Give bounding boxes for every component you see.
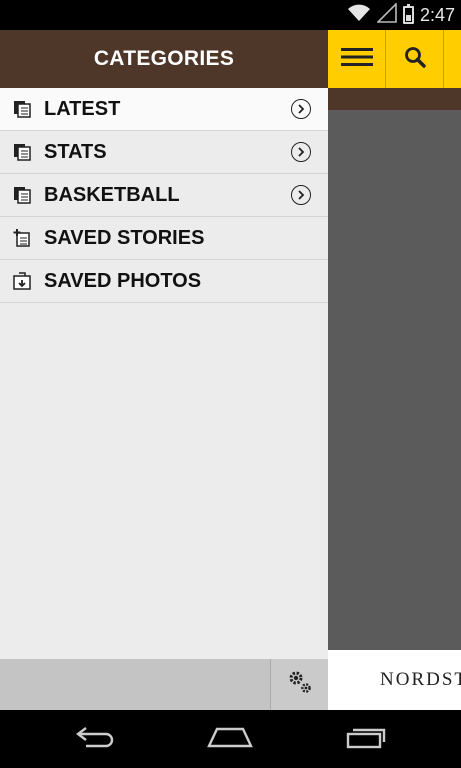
drawer-item-latest[interactable]: LATEST <box>0 88 328 131</box>
saved-photo-icon <box>12 271 32 291</box>
nav-bar <box>0 710 461 768</box>
settings-button[interactable] <box>270 659 328 710</box>
drawer-header: CATEGORIES <box>0 30 328 88</box>
drawer-list: LATEST STATS BASKETBALL SAVED STORIES SA… <box>0 88 328 303</box>
back-icon <box>74 725 118 754</box>
home-icon <box>207 726 253 753</box>
status-icons: 2:47 <box>347 1 455 28</box>
home-button[interactable] <box>204 724 256 754</box>
status-bar: 2:47 <box>0 0 461 30</box>
ad-text: NORDSTROM <box>380 669 461 690</box>
news-icon <box>12 99 32 119</box>
drawer-footer <box>0 659 328 710</box>
drawer-item-label: STATS <box>44 140 107 163</box>
search-icon <box>404 46 426 73</box>
drawer-item-label: SAVED STORIES <box>44 226 205 249</box>
hamburger-menu-icon <box>340 47 374 72</box>
chevron-right-icon[interactable] <box>291 99 311 119</box>
drawer-item-basketball[interactable]: BASKETBALL <box>0 174 328 217</box>
menu-button[interactable] <box>328 30 386 88</box>
drawer-item-saved-photos[interactable]: SAVED PHOTOS <box>0 260 328 303</box>
status-time: 2:47 <box>419 4 455 25</box>
main-content: NORDSTROM <box>328 30 461 710</box>
signal-icon <box>376 1 397 28</box>
navigation-drawer: CATEGORIES LATEST STATS BASKETBALL SAVED… <box>0 30 328 710</box>
settings-gears-icon <box>287 669 313 700</box>
drawer-item-saved-stories[interactable]: SAVED STORIES <box>0 217 328 260</box>
saved-story-icon <box>12 228 32 248</box>
ad-banner[interactable]: NORDSTROM <box>328 650 461 710</box>
drawer-item-label: SAVED PHOTOS <box>44 269 202 292</box>
chevron-right-icon[interactable] <box>291 142 311 162</box>
section-strip <box>328 88 461 110</box>
wifi-icon <box>347 3 371 28</box>
battery-charging-icon <box>402 4 414 24</box>
recents-icon <box>344 725 388 754</box>
news-icon <box>12 142 32 162</box>
recents-button[interactable] <box>340 724 392 754</box>
news-icon <box>12 185 32 205</box>
chevron-right-icon[interactable] <box>291 185 311 205</box>
back-button[interactable] <box>70 724 122 754</box>
drawer-item-label: LATEST <box>44 97 121 120</box>
drawer-title: CATEGORIES <box>93 47 235 70</box>
search-button[interactable] <box>386 30 444 88</box>
main-toolbar <box>328 30 461 88</box>
drawer-item-label: BASKETBALL <box>44 183 180 206</box>
drawer-item-stats[interactable]: STATS <box>0 131 328 174</box>
